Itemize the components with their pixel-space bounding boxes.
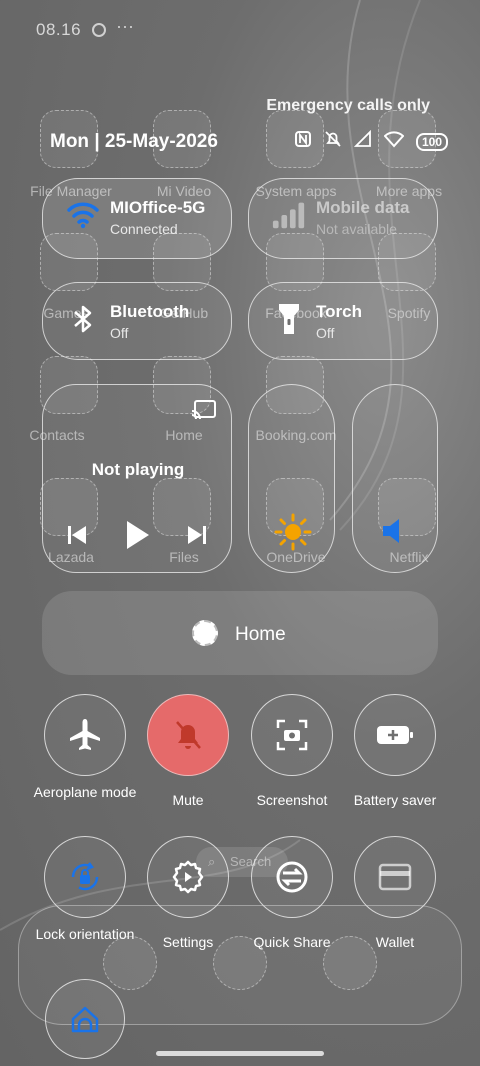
- bluetooth-toggle[interactable]: Bluetooth Off: [42, 282, 232, 360]
- tile-label: Battery saver: [353, 792, 437, 808]
- tile-label: Screenshot: [256, 792, 328, 808]
- search-label: Search: [230, 854, 272, 869]
- previous-track-icon[interactable]: [66, 524, 88, 551]
- wifi-status-icon: [383, 130, 405, 153]
- signal-icon: [353, 129, 372, 153]
- navigation-handle[interactable]: [156, 1051, 324, 1056]
- wifi-icon: [65, 197, 101, 233]
- emergency-calls-text: Emergency calls only: [266, 97, 430, 114]
- bell-off-icon: [176, 721, 201, 749]
- home-label: Home: [235, 624, 286, 645]
- brightness-slider[interactable]: [248, 384, 335, 573]
- edit-controls-button[interactable]: [45, 979, 125, 1059]
- bluetooth-icon: [65, 301, 101, 337]
- cast-icon[interactable]: [191, 399, 217, 426]
- battery-icon: 100: [416, 132, 449, 151]
- mobile-data-toggle[interactable]: Mobile data Not available: [248, 178, 438, 259]
- speaker-icon: [380, 516, 410, 551]
- tile-label: Settings: [162, 934, 214, 950]
- mute-tile[interactable]: [147, 694, 229, 776]
- tile-label: Quick Share: [253, 934, 331, 950]
- google-home-icon: [192, 620, 218, 646]
- bluetooth-label: Bluetooth: [110, 302, 190, 321]
- wifi-toggle[interactable]: MIOffice-5G Connected: [42, 178, 232, 259]
- airplane-icon: [70, 719, 100, 750]
- notification-icon: [92, 23, 106, 37]
- next-track-icon[interactable]: [186, 524, 208, 551]
- tile-label: Mute: [172, 792, 204, 808]
- torch-icon: [271, 301, 307, 337]
- torch-status: Off: [316, 325, 335, 341]
- wallet-icon: [378, 863, 412, 891]
- date-text[interactable]: Mon | 25-May-2026: [50, 131, 218, 153]
- search-pill: ⌕ Search: [196, 847, 288, 877]
- media-status: Not playing: [91, 460, 185, 479]
- mobile-signal-icon: [271, 197, 307, 233]
- tile-label: Wallet: [375, 934, 415, 950]
- torch-label: Torch: [316, 302, 362, 321]
- volume-slider[interactable]: [352, 384, 438, 573]
- search-icon: ⌕: [208, 854, 216, 869]
- nfc-icon: [294, 130, 312, 153]
- status-time: 08.16: [36, 20, 82, 39]
- rotation-lock-icon: [71, 862, 99, 891]
- screenshot-tile[interactable]: [251, 694, 333, 776]
- bluetooth-status: Off: [110, 325, 129, 341]
- mobile-data-status: Not available: [316, 221, 397, 237]
- torch-toggle[interactable]: Torch Off: [248, 282, 438, 360]
- battery-plus-icon: [377, 726, 413, 744]
- system-status-icons: 100: [294, 129, 449, 153]
- wifi-network-name: MIOffice-5G: [110, 198, 206, 217]
- media-player-card: Not playing: [42, 384, 232, 573]
- tile-label: Aeroplane mode: [33, 784, 137, 800]
- screenshot-icon: [276, 719, 308, 751]
- battery-saver-tile[interactable]: [354, 694, 436, 776]
- mobile-data-label: Mobile data: [316, 198, 410, 217]
- wifi-status: Connected: [110, 221, 178, 237]
- bell-off-icon: [324, 130, 342, 153]
- aeroplane-mode-tile[interactable]: [44, 694, 126, 776]
- play-icon[interactable]: [125, 519, 151, 556]
- more-notifications-icon: ···: [116, 16, 134, 36]
- home-icon: [71, 1006, 99, 1033]
- tile-label: Lock orientation: [35, 926, 135, 942]
- sun-icon: [274, 513, 312, 556]
- device-controls-home[interactable]: Home: [42, 591, 438, 675]
